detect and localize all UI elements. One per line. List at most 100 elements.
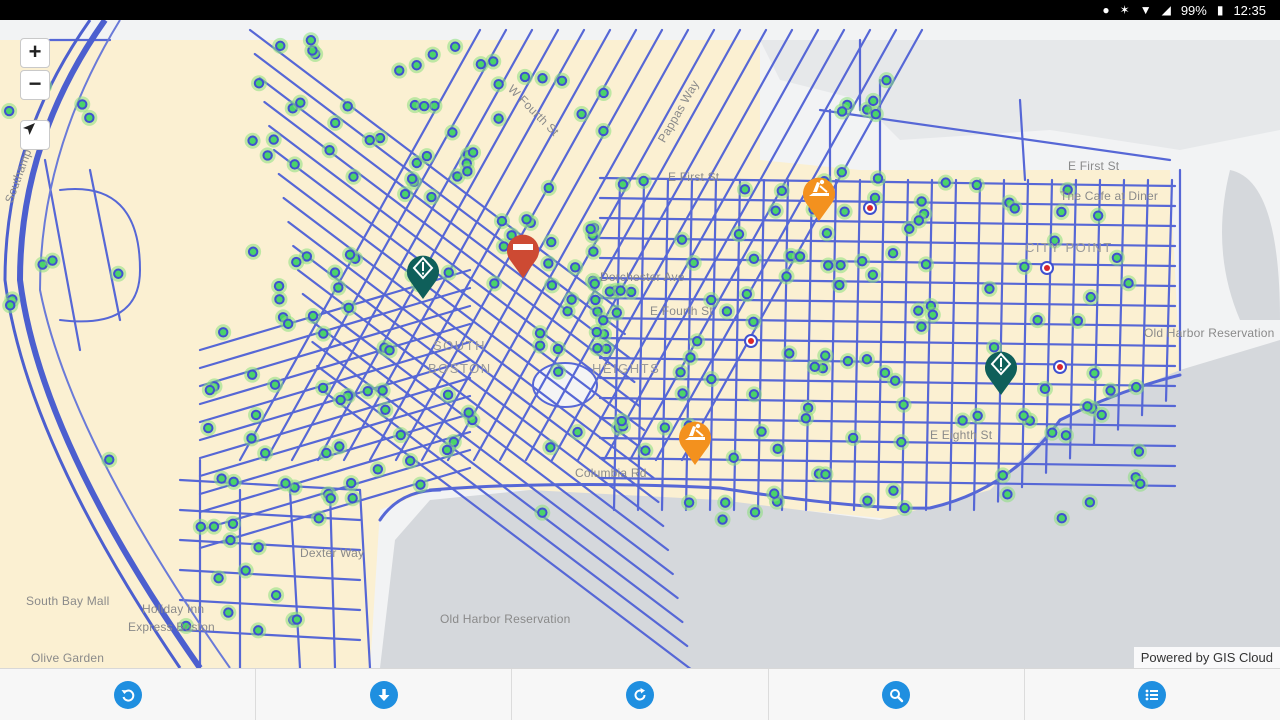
refresh-button[interactable] bbox=[512, 669, 769, 720]
sensor-point-core bbox=[825, 262, 832, 269]
sensor-point-core bbox=[811, 363, 818, 371]
sensor-point-core bbox=[1086, 499, 1094, 506]
map-layer[interactable] bbox=[0, 20, 1280, 668]
map-label: Holiday Inn bbox=[142, 602, 205, 616]
sensor-point-core bbox=[249, 248, 257, 255]
sensor-point-core bbox=[590, 248, 597, 255]
search-button[interactable] bbox=[769, 669, 1025, 720]
sensor-point-core bbox=[376, 134, 384, 142]
sensor-point-core bbox=[627, 288, 635, 296]
sensor-point-core bbox=[778, 187, 786, 195]
sensor-point-core bbox=[750, 318, 757, 326]
sensor-point-core bbox=[750, 391, 758, 398]
sensor-point-core bbox=[444, 391, 452, 399]
sensor-point-core bbox=[619, 181, 627, 188]
sensor-point-core bbox=[640, 177, 647, 185]
sensor-point-core bbox=[999, 472, 1006, 479]
sensor-point-core bbox=[255, 80, 263, 87]
sensor-point-core bbox=[874, 175, 882, 182]
map-canvas[interactable]: South Bay Mall Holiday Inn Express Boston O… bbox=[0, 20, 1280, 668]
sensor-point-core bbox=[786, 350, 793, 357]
sensor-point-core bbox=[750, 255, 758, 262]
bluetooth-icon: ✶ bbox=[1119, 3, 1130, 17]
sensor-point-core bbox=[252, 411, 260, 419]
sensor-point-core bbox=[822, 471, 829, 478]
sensor-point-core bbox=[1011, 205, 1019, 212]
sensor-point-core bbox=[248, 435, 255, 442]
sensor-point-core bbox=[774, 445, 781, 453]
zoom-in-button[interactable]: + bbox=[20, 38, 50, 68]
sensor-point-core bbox=[337, 396, 344, 404]
sensor-point-core bbox=[863, 356, 871, 363]
sensor-point-core bbox=[898, 438, 905, 446]
sensor-point-core bbox=[1021, 263, 1028, 271]
zoom-out-button[interactable]: − bbox=[20, 70, 50, 100]
map-label: E First St bbox=[1068, 159, 1120, 173]
sensor-point-core bbox=[218, 475, 225, 482]
sensor-point-core bbox=[707, 296, 715, 304]
refresh-icon bbox=[626, 680, 654, 709]
sensor-point-core bbox=[106, 456, 113, 463]
sensor-point-core bbox=[490, 58, 497, 65]
sensor-point-core bbox=[210, 523, 218, 530]
sensor-point-core bbox=[618, 417, 625, 425]
sensor-point-core bbox=[309, 312, 317, 320]
sensor-point-core bbox=[332, 119, 339, 127]
sensor-point-core bbox=[327, 495, 334, 502]
sensor-point-core bbox=[918, 198, 925, 205]
back-button[interactable] bbox=[0, 669, 257, 720]
sensor-point-core bbox=[1084, 403, 1091, 410]
sensor-point-core bbox=[574, 428, 581, 436]
sensor-point-core bbox=[291, 161, 298, 168]
list-button[interactable] bbox=[1025, 669, 1280, 720]
sensor-point-core bbox=[271, 381, 279, 388]
sensor-point-core bbox=[751, 509, 759, 516]
incident-point-core bbox=[1044, 265, 1050, 271]
sensor-point-core bbox=[796, 253, 804, 260]
sensor-point-core bbox=[858, 257, 866, 265]
sensor-point-core bbox=[918, 323, 925, 330]
sensor-point-core bbox=[469, 149, 477, 156]
sensor-point-core bbox=[498, 217, 506, 225]
locate-button[interactable] bbox=[20, 120, 50, 150]
sensor-point-core bbox=[906, 225, 913, 232]
sensor-point-core bbox=[428, 193, 435, 201]
sensor-point-core bbox=[366, 136, 373, 144]
list-icon bbox=[1138, 680, 1167, 709]
map-label: SOUTH bbox=[433, 338, 486, 353]
sensor-point-core bbox=[545, 260, 552, 267]
sensor-point-core bbox=[374, 466, 382, 473]
sensor-point-core bbox=[690, 259, 697, 267]
sensor-point-core bbox=[249, 137, 256, 144]
bottom-toolbar bbox=[0, 668, 1280, 720]
sensor-point-core bbox=[743, 290, 751, 298]
sensor-point-core bbox=[382, 406, 389, 413]
map-label: The Cafe at Diner bbox=[1060, 189, 1159, 203]
sensor-point-core bbox=[974, 412, 981, 419]
warning-diamond-icon bbox=[407, 255, 439, 299]
sensor-point-core bbox=[1125, 280, 1132, 287]
sensor-point-core bbox=[1034, 316, 1041, 324]
sensor-point-core bbox=[293, 616, 301, 623]
sensor-point-core bbox=[783, 273, 790, 280]
construction-icon bbox=[803, 177, 835, 221]
sensor-point-core bbox=[822, 352, 829, 359]
sensor-point-core bbox=[315, 515, 322, 522]
sensor-point-core bbox=[564, 307, 571, 315]
sensor-point-core bbox=[220, 329, 227, 336]
download-button[interactable] bbox=[256, 669, 513, 720]
warning-diamond-icon bbox=[985, 351, 1017, 395]
sensor-point-core bbox=[1091, 370, 1098, 377]
sensor-point-core bbox=[229, 520, 237, 527]
incident-point-core bbox=[1057, 364, 1063, 370]
sensor-point-core bbox=[350, 173, 357, 180]
sensor-point-core bbox=[735, 230, 743, 238]
sensor-point-core bbox=[276, 296, 283, 303]
sensor-point-core bbox=[606, 288, 614, 295]
sensor-point-core bbox=[115, 270, 122, 277]
sensor-point-core bbox=[741, 186, 749, 193]
sensor-point-core bbox=[445, 269, 452, 276]
sensor-point-core bbox=[454, 173, 461, 180]
sensor-point-core bbox=[836, 281, 843, 289]
sensor-point-core bbox=[1133, 383, 1140, 391]
